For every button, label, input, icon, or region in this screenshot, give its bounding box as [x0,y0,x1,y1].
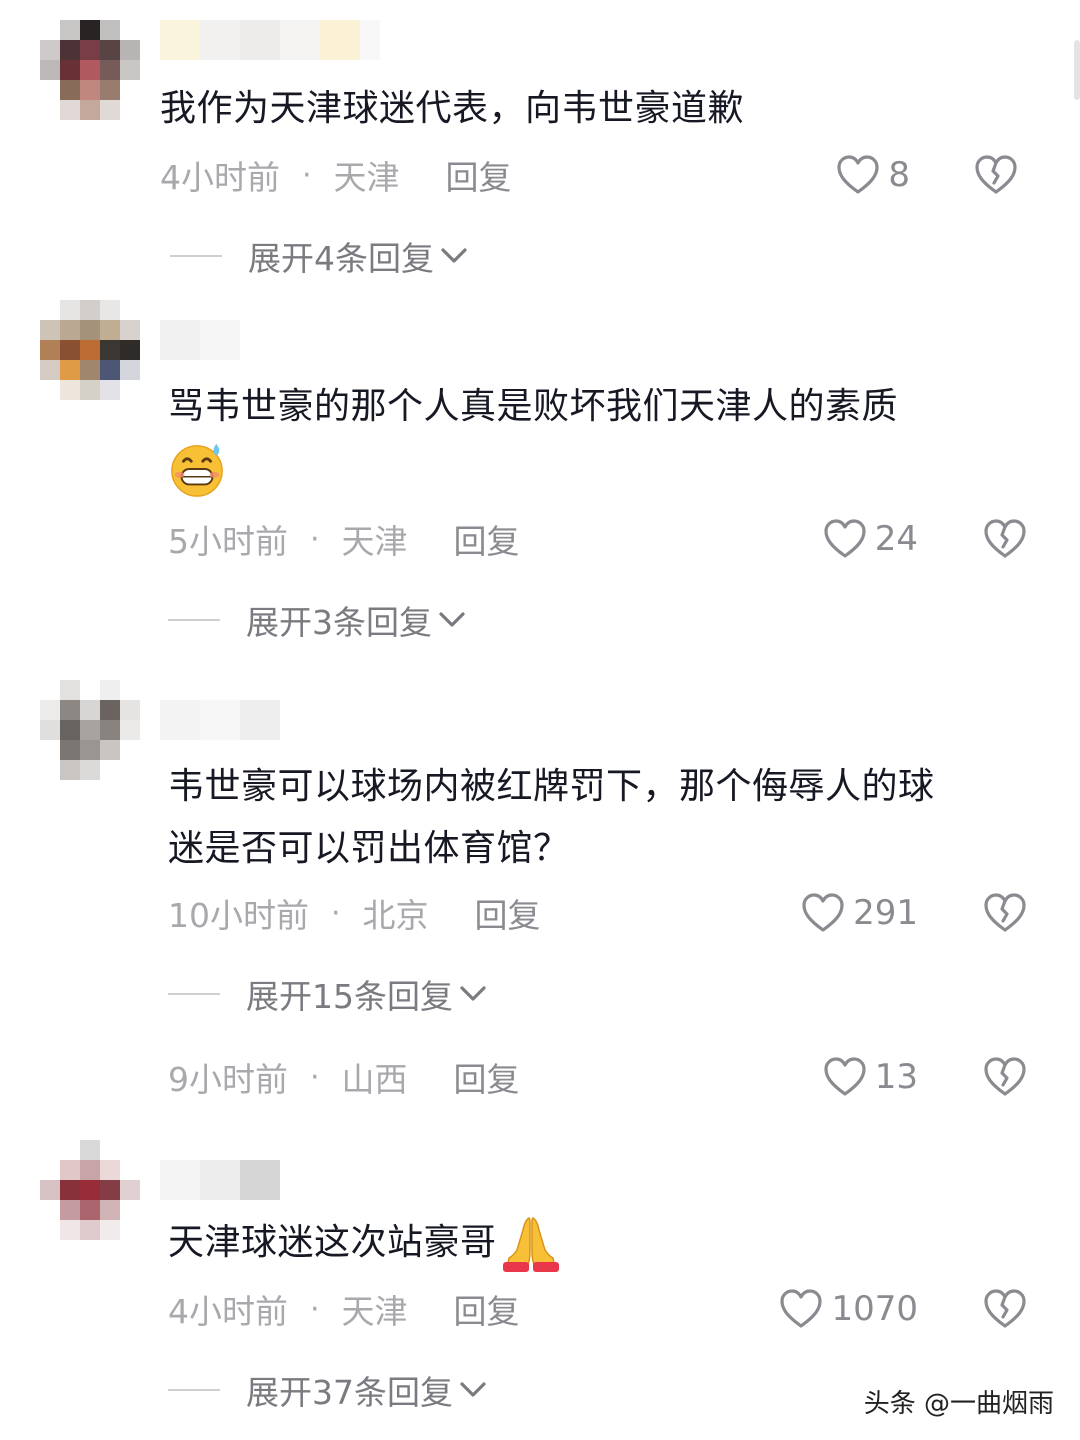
username-blurred[interactable] [160,700,280,740]
comment-location: 天津 [341,1292,408,1331]
username-blurred[interactable] [160,320,240,360]
avatar[interactable] [40,680,140,780]
like-button[interactable]: 13 [823,1052,918,1102]
reply-button[interactable]: 回复 [454,1053,520,1101]
broken-heart-icon[interactable] [982,1054,1028,1100]
broken-heart-icon[interactable] [982,516,1028,562]
expand-replies-label: 展开37条回复 [246,1373,453,1412]
comment-time: 10小时前 [168,896,309,935]
like-button[interactable]: 24 [823,514,918,564]
heart-icon [837,155,879,194]
comment-meta: 4小时前 · 天津 回复 [168,1284,520,1334]
comment-meta: 5小时前 · 天津 回复 [168,514,520,564]
comment-location: 北京 [362,896,429,935]
comment-meta: 4小时前 · 天津 回复 [160,150,512,200]
comment-location: 天津 [333,158,400,197]
comment-location: 天津 [341,522,408,561]
avatar[interactable] [40,20,140,120]
expand-replies-button[interactable]: 展开4条回复 [170,231,468,281]
separator-dot: · [310,521,320,557]
chevron-down-icon [441,248,467,263]
comment-time: 4小时前 [168,1292,288,1331]
chevron-down-icon [439,612,465,627]
comment-list: 我作为天津球迷代表，向韦世豪道歉 4小时前 · 天津 回复 8 展开4条回复 骂… [0,0,1080,1440]
like-button[interactable]: 8 [836,150,910,200]
divider-line [168,1389,220,1391]
divider-line [168,993,220,995]
broken-heart-icon[interactable] [973,152,1019,198]
comment-text: 我作为天津球迷代表，向韦世豪道歉 [160,88,745,129]
comment-text: 韦世豪可以球场内被红牌罚下，那个侮辱人的球 迷是否可以罚出体育馆？ [168,766,935,869]
broken-heart-icon[interactable] [982,890,1028,936]
reply-button[interactable]: 回复 [454,1285,520,1333]
chevron-down-icon [460,1382,486,1397]
expand-replies-label: 展开3条回复 [246,603,432,642]
scrollbar[interactable] [1074,40,1080,100]
like-button[interactable]: 1070 [779,1284,918,1334]
comment-meta: 9小时前 · 山西 回复 [168,1052,520,1102]
broken-heart-icon[interactable] [982,1286,1028,1332]
like-count: 13 [874,1057,918,1097]
separator-dot: · [331,895,341,931]
separator-dot: · [302,157,312,193]
comment-time: 5小时前 [168,522,288,561]
comment-text: 天津球迷这次站豪哥 [168,1212,563,1274]
like-count: 291 [853,893,918,933]
grinning-sweat-face-emoji [171,443,223,497]
separator-dot: · [310,1059,320,1095]
like-count: 24 [874,519,918,559]
expand-replies-label: 展开15条回复 [246,977,453,1016]
expand-replies-button[interactable]: 展开3条回复 [168,595,466,645]
watermark: 头条 @一曲烟雨 [863,1389,1054,1419]
like-count: 8 [888,155,910,195]
username-blurred[interactable] [160,1160,280,1200]
chevron-down-icon [460,986,486,1001]
heart-icon [824,519,866,558]
reply-button[interactable]: 回复 [454,515,520,563]
separator-dot: · [310,1291,320,1327]
comment-time: 4小时前 [160,158,280,197]
divider-line [170,255,222,257]
reply-button[interactable]: 回复 [475,889,541,937]
like-button[interactable]: 291 [801,888,918,938]
divider-line [168,619,220,621]
expand-replies-button[interactable]: 展开15条回复 [168,969,487,1019]
like-count: 1070 [831,1289,918,1329]
heart-icon [780,1289,823,1328]
avatar[interactable] [40,1140,140,1240]
reply-button[interactable]: 回复 [446,151,512,199]
heart-icon [802,893,844,932]
comment-meta: 10小时前 · 北京 回复 [168,888,541,938]
avatar[interactable] [40,300,140,400]
comment-location: 山西 [341,1060,408,1099]
expand-replies-label: 展开4条回复 [248,239,434,278]
username-blurred[interactable] [160,20,380,60]
expand-replies-button[interactable]: 展开37条回复 [168,1365,487,1415]
heart-icon [824,1057,866,1096]
praying-hands-emoji [502,1217,559,1272]
comment-text: 骂韦世豪的那个人真是败坏我们天津人的素质 [168,376,898,500]
comment-time: 9小时前 [168,1060,288,1099]
